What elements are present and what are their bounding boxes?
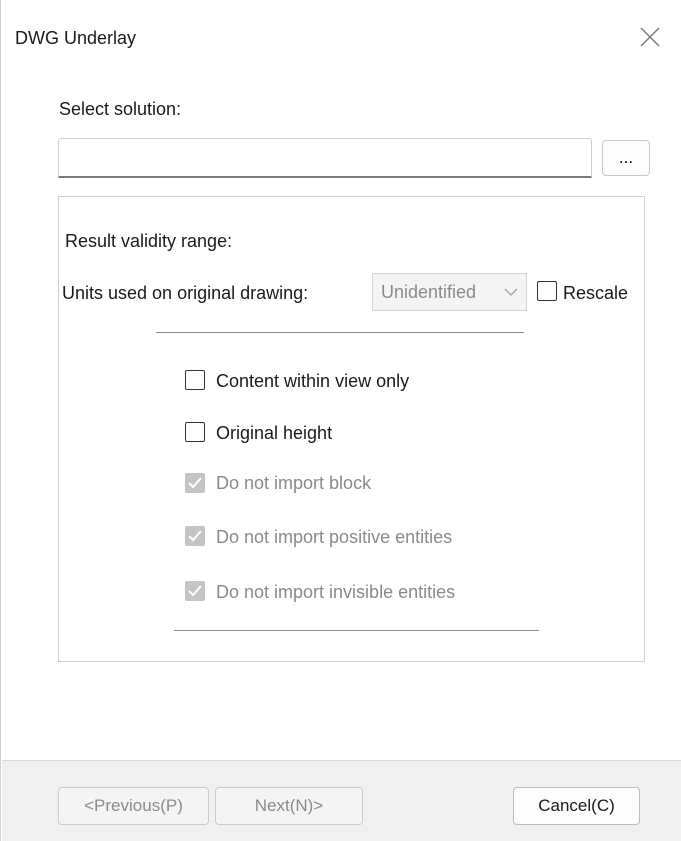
content-within-view-checkbox[interactable] bbox=[185, 370, 205, 390]
no-import-invisible-label: Do not import invisible entities bbox=[216, 582, 456, 602]
checkmark-icon bbox=[188, 477, 202, 489]
no-import-positive-label: Do not import positive entities bbox=[216, 527, 453, 547]
cancel-button[interactable]: Cancel(C) bbox=[513, 787, 640, 825]
units-dropdown: Unidentified bbox=[372, 273, 527, 311]
browse-button[interactable]: ... bbox=[602, 140, 650, 176]
no-import-positive-checkbox bbox=[185, 526, 205, 546]
separator-bottom bbox=[174, 630, 539, 631]
next-button[interactable]: Next(N)> bbox=[215, 787, 363, 825]
close-icon[interactable] bbox=[633, 20, 665, 52]
rescale-label: Rescale bbox=[563, 283, 629, 303]
window-title: DWG Underlay bbox=[15, 28, 137, 48]
units-dropdown-value: Unidentified bbox=[381, 282, 477, 302]
validity-range-label: Result validity range: bbox=[65, 231, 233, 251]
chevron-down-icon bbox=[504, 274, 518, 310]
original-height-label: Original height bbox=[216, 423, 333, 443]
button-bar: <Previous(P) Next(N)> Cancel(C) bbox=[2, 760, 681, 841]
rescale-checkbox[interactable] bbox=[537, 281, 557, 301]
no-import-invisible-checkbox bbox=[185, 581, 205, 601]
original-height-checkbox[interactable] bbox=[185, 422, 205, 442]
checkmark-icon bbox=[188, 530, 202, 542]
solution-path-input[interactable] bbox=[58, 138, 592, 178]
no-import-block-checkbox bbox=[185, 473, 205, 493]
separator-top bbox=[156, 332, 524, 333]
content-within-view-label: Content within view only bbox=[216, 371, 410, 391]
title-bar: DWG Underlay bbox=[1, 0, 681, 78]
select-solution-label: Select solution: bbox=[59, 99, 182, 119]
checkmark-icon bbox=[188, 585, 202, 597]
units-label: Units used on original drawing: bbox=[62, 283, 309, 303]
dwg-underlay-dialog: DWG Underlay Select solution: ... Result… bbox=[0, 0, 681, 841]
previous-button[interactable]: <Previous(P) bbox=[58, 787, 209, 825]
no-import-block-label: Do not import block bbox=[216, 473, 372, 493]
